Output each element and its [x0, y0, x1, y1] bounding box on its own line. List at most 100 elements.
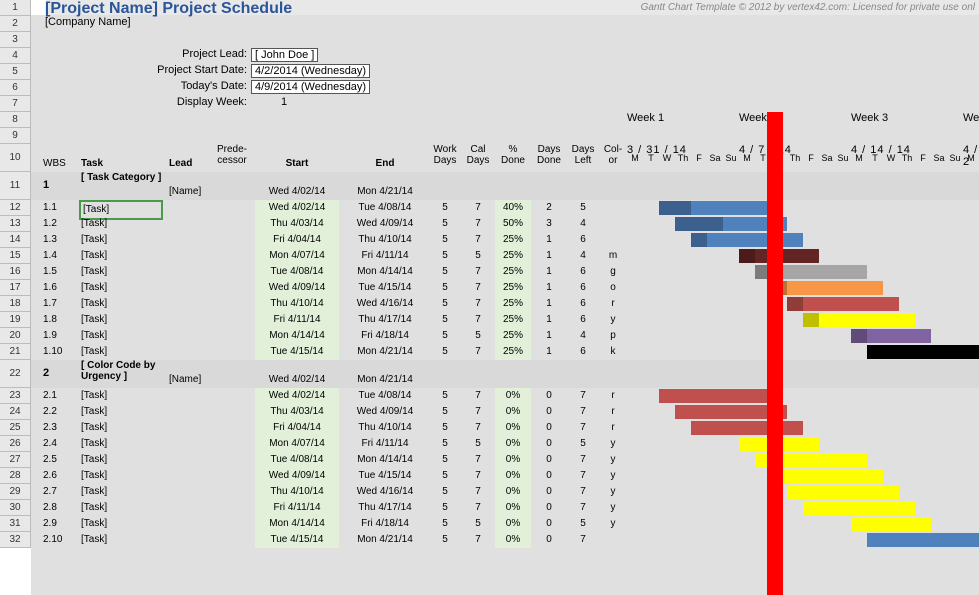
row-number[interactable]: 30 — [0, 500, 31, 516]
today-value[interactable]: 4/9/2014 (Wednesday) — [251, 80, 370, 94]
cell-wd[interactable]: 5 — [429, 468, 461, 484]
task-row[interactable]: 1.4[Task]Mon 4/07/14Fri 4/11/145525%14m — [31, 248, 979, 264]
display-value[interactable]: 1 — [281, 96, 287, 108]
cell-dl[interactable]: 5 — [567, 436, 599, 452]
cell-wbs[interactable]: 1.10 — [43, 344, 73, 360]
cell-wd[interactable]: 5 — [429, 404, 461, 420]
cell-dd[interactable]: 0 — [533, 420, 565, 436]
cell-dd[interactable]: 0 — [533, 468, 565, 484]
row-number[interactable]: 25 — [0, 420, 31, 436]
row-number[interactable]: 31 — [0, 516, 31, 532]
cell-wd[interactable]: 5 — [429, 388, 461, 404]
cell-dd[interactable]: 0 — [533, 516, 565, 532]
cell-end[interactable]: Wed 4/16/14 — [343, 296, 427, 312]
cell-start[interactable]: Wed 4/09/14 — [255, 280, 339, 296]
cell-start[interactable]: Thu 4/10/14 — [255, 484, 339, 500]
cell-wd[interactable]: 5 — [429, 216, 461, 232]
cell-start[interactable]: Fri 4/11/14 — [255, 500, 339, 516]
cell-cl[interactable]: y — [601, 500, 625, 516]
task-row[interactable]: 1.2[Task]Thu 4/03/14Wed 4/09/145750%34 — [31, 216, 979, 232]
cell-cd[interactable]: 7 — [463, 296, 493, 312]
row-number[interactable]: 22 — [0, 360, 31, 388]
cell-start[interactable]: Thu 4/03/14 — [255, 216, 339, 232]
cell-wd[interactable]: 5 — [429, 420, 461, 436]
task-row[interactable]: 2.6[Task]Wed 4/09/14Tue 4/15/14570%07y — [31, 468, 979, 484]
cell-dd[interactable]: 1 — [533, 312, 565, 328]
cell-end[interactable]: Mon 4/14/14 — [343, 264, 427, 280]
cell-start[interactable]: Wed 4/02/14 — [255, 388, 339, 404]
cell-dl[interactable]: 7 — [567, 532, 599, 548]
row-number[interactable]: 11 — [0, 172, 31, 200]
cell-end[interactable]: Thu 4/10/14 — [343, 420, 427, 436]
cell-dl[interactable]: 6 — [567, 344, 599, 360]
cell-dd[interactable]: 0 — [533, 388, 565, 404]
task-row[interactable]: 2.3[Task]Fri 4/04/14Thu 4/10/14570%07r — [31, 420, 979, 436]
cell-cl[interactable]: r — [601, 420, 625, 436]
cell-dl[interactable]: 6 — [567, 264, 599, 280]
cell-dl[interactable]: 7 — [567, 484, 599, 500]
cell-dd[interactable]: 0 — [533, 404, 565, 420]
cell-cd[interactable]: 7 — [463, 420, 493, 436]
task-row[interactable]: 2.2[Task]Thu 4/03/14Wed 4/09/14570%07r — [31, 404, 979, 420]
cell-end[interactable]: Thu 4/17/14 — [343, 500, 427, 516]
cell-cd[interactable]: 7 — [463, 484, 493, 500]
cell-task[interactable]: [Task] — [81, 264, 165, 280]
cell-dd[interactable]: 1 — [533, 344, 565, 360]
task-row[interactable]: 1.6[Task]Wed 4/09/14Tue 4/15/145725%16o — [31, 280, 979, 296]
task-row[interactable]: 2.5[Task]Tue 4/08/14Mon 4/14/14570%07y — [31, 452, 979, 468]
row-number[interactable]: 1 — [0, 0, 31, 16]
cell-cd[interactable]: 7 — [463, 312, 493, 328]
row-number[interactable]: 7 — [0, 96, 31, 112]
cell-wd[interactable]: 5 — [429, 200, 461, 216]
cell-start[interactable]: Mon 4/07/14 — [255, 248, 339, 264]
cell-cd[interactable]: 7 — [463, 280, 493, 296]
company-name[interactable]: [Company Name] — [45, 16, 131, 28]
cell-wbs[interactable]: 1.9 — [43, 328, 73, 344]
cell-cd[interactable]: 5 — [463, 328, 493, 344]
cell-end[interactable]: Wed 4/09/14 — [343, 404, 427, 420]
cell-dl[interactable]: 7 — [567, 404, 599, 420]
row-number[interactable]: 16 — [0, 264, 31, 280]
cell-wd[interactable]: 5 — [429, 328, 461, 344]
cell-start[interactable]: Thu 4/10/14 — [255, 296, 339, 312]
cell-start[interactable]: Wed 4/09/14 — [255, 468, 339, 484]
cell-wbs[interactable]: 1.2 — [43, 216, 73, 232]
cell-pd[interactable]: 25% — [495, 328, 531, 344]
cell-pd[interactable]: 40% — [495, 200, 531, 216]
task-row[interactable]: 2.8[Task]Fri 4/11/14Thu 4/17/14570%07y — [31, 500, 979, 516]
cell-cl[interactable]: r — [601, 296, 625, 312]
cell-end[interactable]: Mon 4/14/14 — [343, 452, 427, 468]
cell-wd[interactable]: 5 — [429, 296, 461, 312]
row-number[interactable]: 20 — [0, 328, 31, 344]
task-row[interactable]: 2.10[Task]Tue 4/15/14Mon 4/21/14570%07 — [31, 532, 979, 548]
cell-pd[interactable]: 50% — [495, 216, 531, 232]
cell-cd[interactable]: 5 — [463, 436, 493, 452]
cell-wd[interactable]: 5 — [429, 280, 461, 296]
cell-dl[interactable]: 7 — [567, 500, 599, 516]
cell-end[interactable]: Thu 4/10/14 — [343, 232, 427, 248]
cell-cd[interactable]: 7 — [463, 388, 493, 404]
cell-wbs[interactable]: 2.6 — [43, 468, 73, 484]
cell-dd[interactable]: 1 — [533, 232, 565, 248]
cell-pd[interactable]: 25% — [495, 280, 531, 296]
cell-dl[interactable]: 7 — [567, 420, 599, 436]
cell-end[interactable]: Fri 4/18/14 — [343, 328, 427, 344]
cell-cd[interactable]: 7 — [463, 232, 493, 248]
cell-end[interactable]: Mon 4/21/14 — [343, 532, 427, 548]
cell-cd[interactable]: 7 — [463, 344, 493, 360]
row-number[interactable]: 2 — [0, 16, 31, 32]
cell-start[interactable]: Mon 4/14/14 — [255, 516, 339, 532]
cell-cd[interactable]: 7 — [463, 264, 493, 280]
cell-end[interactable]: Wed 4/09/14 — [343, 216, 427, 232]
cell-task[interactable]: [Task] — [81, 404, 165, 420]
row-number[interactable]: 27 — [0, 452, 31, 468]
cell-cl[interactable]: y — [601, 452, 625, 468]
cell-wbs[interactable]: 2.7 — [43, 484, 73, 500]
cell-wbs[interactable]: 1.5 — [43, 264, 73, 280]
cell-cd[interactable]: 7 — [463, 404, 493, 420]
cell-start[interactable]: Tue 4/15/14 — [255, 344, 339, 360]
cell-cl[interactable]: o — [601, 280, 625, 296]
row-number[interactable]: 17 — [0, 280, 31, 296]
cell-pd[interactable]: 25% — [495, 232, 531, 248]
cell-pd[interactable]: 25% — [495, 312, 531, 328]
